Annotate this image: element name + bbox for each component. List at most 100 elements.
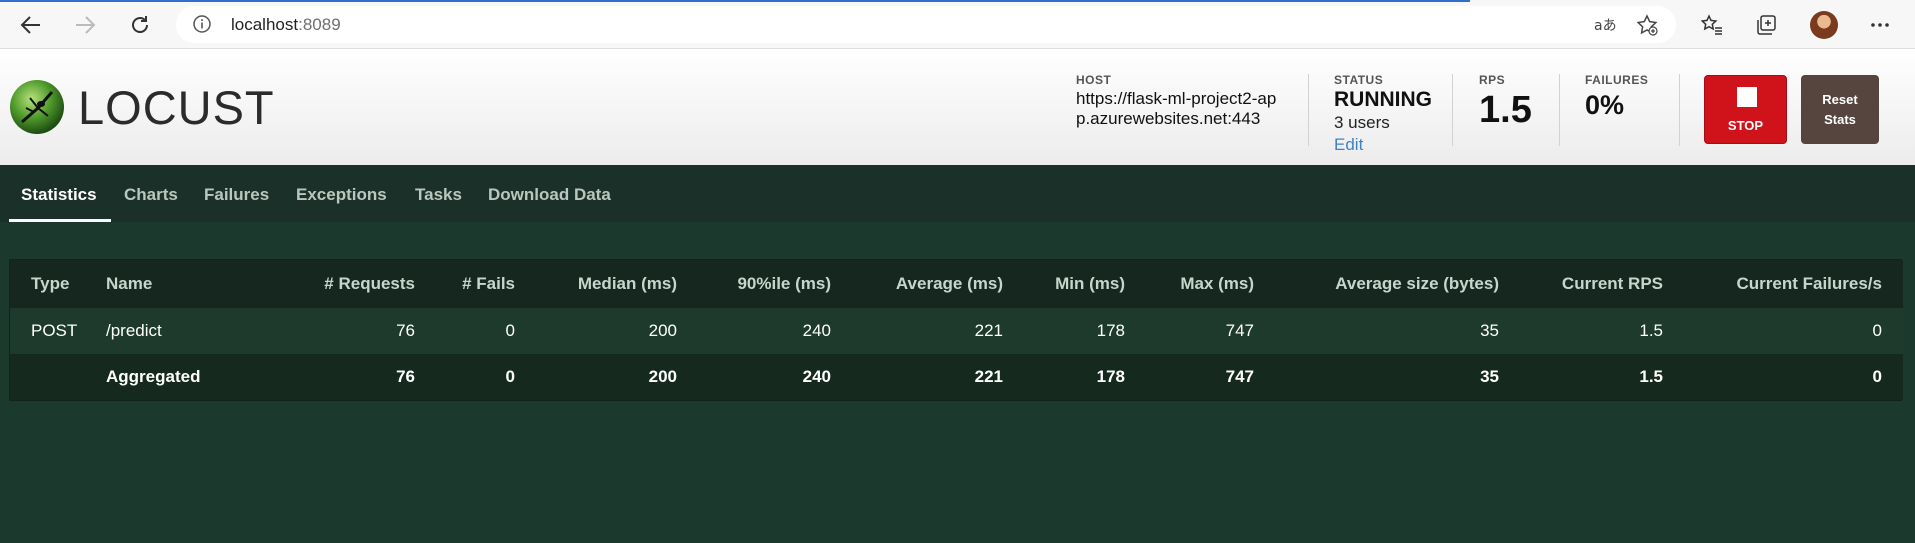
svg-text:aあ: aあ: [1594, 18, 1617, 34]
stop-label: STOP: [1727, 118, 1764, 133]
url-host: localhost: [231, 15, 299, 34]
cell-current-rps: 1.5: [1499, 354, 1663, 400]
cell-name: /predict: [95, 308, 225, 354]
url-port: :8089: [298, 15, 341, 34]
stats-table: Type Name # Requests # Fails Median (ms)…: [10, 260, 1903, 400]
cell-current-rps: 1.5: [1499, 308, 1663, 354]
table-header-row: Type Name # Requests # Fails Median (ms)…: [10, 260, 1903, 308]
status-value: RUNNING: [1334, 88, 1432, 111]
cell-fails: 0: [415, 308, 515, 354]
active-tab-indicator: [9, 219, 111, 222]
column-header-90pct[interactable]: 90%ile (ms): [677, 260, 831, 308]
favorites-icon: [1701, 14, 1722, 35]
cell-type: [10, 354, 95, 400]
column-header-current-rps[interactable]: Current RPS: [1499, 260, 1663, 308]
tab-tasks[interactable]: Tasks: [415, 185, 462, 205]
column-header-median[interactable]: Median (ms): [515, 260, 677, 308]
host-value: https://flask-ml-project2-app.azurewebsi…: [1076, 89, 1277, 128]
tab-exceptions[interactable]: Exceptions: [296, 185, 387, 205]
cell-avg-size: 35: [1254, 308, 1499, 354]
stop-button[interactable]: STOP: [1704, 75, 1787, 144]
stats-table-container: Type Name # Requests # Fails Median (ms)…: [9, 259, 1903, 401]
column-header-min[interactable]: Min (ms): [1003, 260, 1125, 308]
tab-bar: Statistics Charts Failures Exceptions Ta…: [0, 165, 1915, 222]
cell-median: 200: [515, 308, 677, 354]
page-load-progress: [0, 0, 1470, 2]
cell-average: 221: [831, 308, 1003, 354]
forward-button[interactable]: [69, 9, 101, 41]
rps-label: RPS: [1479, 73, 1506, 87]
cell-fails: 0: [415, 354, 515, 400]
column-header-average[interactable]: Average (ms): [831, 260, 1003, 308]
users-count: 3 users: [1334, 113, 1390, 132]
cell-90pct: 240: [677, 354, 831, 400]
tab-download-data[interactable]: Download Data: [488, 185, 611, 205]
collections-button[interactable]: [1750, 9, 1782, 41]
tab-charts[interactable]: Charts: [124, 185, 178, 205]
more-button[interactable]: [1864, 9, 1896, 41]
reset-stats-button[interactable]: Reset Stats: [1801, 75, 1879, 144]
cell-current-failures: 0: [1663, 354, 1903, 400]
failures-stat: FAILURES 0%: [1585, 73, 1648, 121]
column-header-max[interactable]: Max (ms): [1125, 260, 1254, 308]
column-header-current-failures[interactable]: Current Failures/s: [1663, 260, 1903, 308]
stop-icon: [1737, 87, 1757, 107]
logo-text: LOCUST: [78, 80, 275, 134]
rps-value: 1.5: [1479, 89, 1532, 131]
cell-name: Aggregated: [95, 354, 225, 400]
read-aloud-icon[interactable]: aあ: [1594, 14, 1618, 36]
failures-value: 0%: [1585, 90, 1625, 120]
locust-logo-icon: [10, 80, 64, 134]
cell-current-failures: 0: [1663, 308, 1903, 354]
cell-min: 178: [1003, 354, 1125, 400]
column-header-name[interactable]: Name: [95, 260, 225, 308]
divider: [1679, 74, 1680, 146]
host-label: HOST: [1076, 73, 1112, 87]
column-header-fails[interactable]: # Fails: [415, 260, 515, 308]
avatar[interactable]: [1810, 11, 1838, 39]
status-stat: STATUS RUNNING 3 users Edit: [1334, 73, 1432, 155]
locust-header: LOCUST HOST https://flask-ml-project2-ap…: [0, 49, 1915, 165]
divider: [1559, 74, 1560, 146]
reload-icon: [132, 16, 148, 33]
address-bar[interactable]: localhost:8089 aあ: [176, 6, 1676, 43]
favorites-button[interactable]: [1696, 9, 1728, 41]
cell-requests: 76: [225, 308, 415, 354]
reset-label-line1: Reset: [1822, 92, 1858, 107]
browser-toolbar: localhost:8089 aあ: [0, 0, 1915, 49]
host-stat: HOST https://flask-ml-project2-app.azure…: [1076, 73, 1281, 129]
column-header-avg-size[interactable]: Average size (bytes): [1254, 260, 1499, 308]
status-label: STATUS: [1334, 73, 1384, 87]
url-text[interactable]: localhost:8089: [231, 15, 341, 35]
divider: [1308, 74, 1309, 146]
cell-avg-size: 35: [1254, 354, 1499, 400]
reset-label-line2: Stats: [1824, 112, 1856, 127]
cell-max: 747: [1125, 354, 1254, 400]
cell-max: 747: [1125, 308, 1254, 354]
rps-stat: RPS 1.5: [1479, 73, 1532, 132]
collections-icon: [1757, 15, 1776, 35]
aggregated-row: Aggregated 76 0 200 240 221 178 747 35 1…: [10, 354, 1903, 400]
cell-requests: 76: [225, 354, 415, 400]
cell-min: 178: [1003, 308, 1125, 354]
tab-failures[interactable]: Failures: [204, 185, 269, 205]
locust-logo[interactable]: LOCUST: [8, 78, 275, 136]
cell-median: 200: [515, 354, 677, 400]
failures-label: FAILURES: [1585, 73, 1649, 87]
reload-button[interactable]: [124, 9, 156, 41]
divider: [1452, 74, 1453, 146]
cell-type: POST: [10, 308, 95, 354]
edit-users-link[interactable]: Edit: [1334, 135, 1363, 155]
cell-90pct: 240: [677, 308, 831, 354]
more-icon: [1871, 23, 1889, 27]
back-button[interactable]: [15, 9, 47, 41]
favorite-star-icon[interactable]: [1636, 14, 1658, 36]
table-row: POST /predict 76 0 200 240 221 178 747 3…: [10, 308, 1903, 354]
tab-statistics[interactable]: Statistics: [21, 185, 97, 205]
cell-average: 221: [831, 354, 1003, 400]
info-icon[interactable]: [192, 14, 212, 34]
column-header-type[interactable]: Type: [10, 260, 95, 308]
forward-arrow-icon: [76, 16, 96, 34]
back-arrow-icon: [20, 16, 40, 34]
column-header-requests[interactable]: # Requests: [225, 260, 415, 308]
